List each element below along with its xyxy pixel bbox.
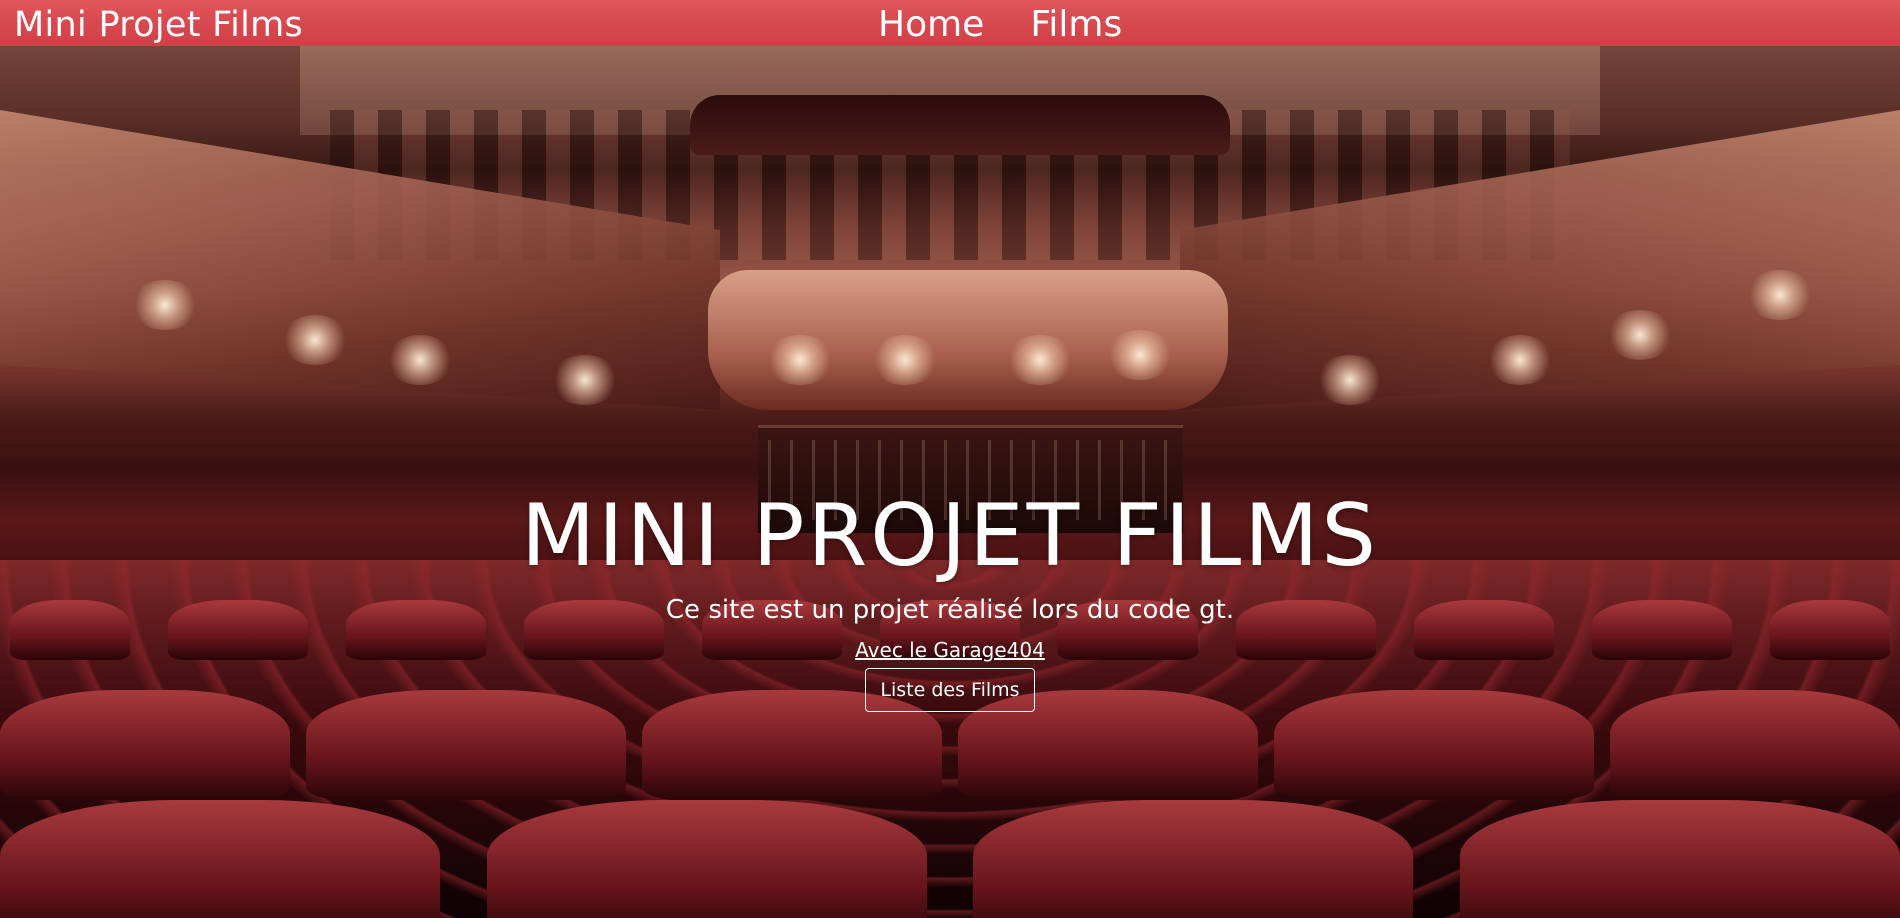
hero-background-image [0, 0, 1900, 918]
wall-lamp [765, 335, 835, 385]
wall-lamp [130, 280, 200, 330]
wall-lamp [1315, 355, 1385, 405]
wall-lamp [280, 315, 350, 365]
hero-subtitle: Ce site est un projet réalisé lors du co… [665, 595, 1235, 625]
wall-lamp [870, 335, 940, 385]
wall-lamp [1005, 335, 1075, 385]
navbar: Mini Projet Films Home Films [0, 0, 1900, 46]
wall-lamp [385, 335, 455, 385]
nav-link-home[interactable]: Home [878, 0, 984, 46]
brand-link[interactable]: Mini Projet Films [14, 0, 303, 46]
wall-lamp [1105, 330, 1175, 380]
page: Mini Projet Films Home Films MINI PROJET… [0, 0, 1900, 918]
wall-lamp [1605, 310, 1675, 360]
wall-lamp [1745, 270, 1815, 320]
films-list-button[interactable]: Liste des Films [865, 668, 1035, 712]
hero-title: MINI PROJET FILMS [520, 486, 1379, 586]
seat-row [0, 800, 1900, 918]
wall-lamp [1485, 335, 1555, 385]
hero-content: MINI PROJET FILMS Ce site est un projet … [0, 488, 1900, 712]
nav-links: Home Films [878, 0, 1122, 46]
hero-button-wrap: Liste des Films [0, 668, 1900, 712]
nav-link-films[interactable]: Films [1030, 0, 1122, 46]
wall-lamp [550, 355, 620, 405]
projection-booth [690, 95, 1230, 155]
garage404-link[interactable]: Avec le Garage404 [855, 638, 1045, 662]
